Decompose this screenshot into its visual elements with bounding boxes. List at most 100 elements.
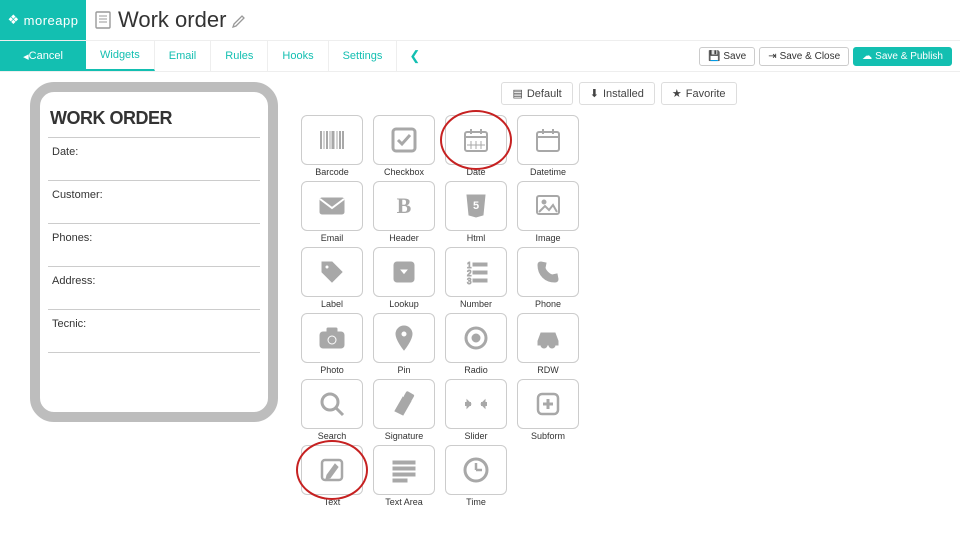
widget-label: Barcode xyxy=(298,165,366,177)
save-publish-button[interactable]: ☁Save & Publish xyxy=(853,47,952,66)
widget-tile-textarea[interactable]: iText Area xyxy=(370,445,438,507)
widget-label: Lookup xyxy=(370,297,438,309)
widget-label: Time xyxy=(442,495,510,507)
widget-tile-text[interactable]: iText xyxy=(298,445,366,507)
svg-text:B: B xyxy=(397,193,412,218)
brand-icon: ❖ xyxy=(8,12,20,28)
widget-label: Html xyxy=(442,231,510,243)
pencil-icon[interactable] xyxy=(232,12,248,28)
number-icon: 123 xyxy=(445,247,507,297)
barcode-icon xyxy=(301,115,363,165)
checkbox-icon xyxy=(373,115,435,165)
widget-label: Pin xyxy=(370,363,438,375)
widget-tile-barcode[interactable]: iBarcode xyxy=(298,115,366,177)
save-icon: ⇥ xyxy=(768,51,776,62)
save-icon: 💾 xyxy=(708,51,720,62)
chevron-left-toggle[interactable]: ❮ xyxy=(397,48,432,64)
widget-tile-html[interactable]: i5Html xyxy=(442,181,510,243)
widget-tile-image[interactable]: iImage xyxy=(514,181,582,243)
brand-text: moreapp xyxy=(24,13,79,28)
form-field[interactable]: Phones: xyxy=(48,223,260,266)
main-tabs: Widgets Email Rules Hooks Settings xyxy=(86,41,397,71)
widget-tile-search[interactable]: iSearch xyxy=(298,379,366,441)
widget-label: Slider xyxy=(442,429,510,441)
dashboard-icon: ▤ xyxy=(512,87,522,100)
widget-label: Number xyxy=(442,297,510,309)
brand-logo[interactable]: ❖ moreapp xyxy=(0,0,86,40)
tab-email[interactable]: Email xyxy=(155,41,212,71)
widget-tile-header[interactable]: iBHeader xyxy=(370,181,438,243)
form-preview: WORK ORDER Date: Customer: Phones: Addre… xyxy=(30,82,278,422)
widget-tile-lookup[interactable]: iLookup xyxy=(370,247,438,309)
widget-label: Photo xyxy=(298,363,366,375)
widget-tile-phone[interactable]: iPhone xyxy=(514,247,582,309)
widget-label: Signature xyxy=(370,429,438,441)
email-icon xyxy=(301,181,363,231)
form-field[interactable]: Date: xyxy=(48,137,260,180)
save-close-button[interactable]: ⇥Save & Close xyxy=(759,47,849,66)
image-icon xyxy=(517,181,579,231)
widget-label: Subform xyxy=(514,429,582,441)
tab-rules[interactable]: Rules xyxy=(211,41,268,71)
phone-icon xyxy=(517,247,579,297)
widget-grid: iBarcodeiCheckboxiDateiDatetimeiEmailiBH… xyxy=(298,115,940,507)
pin-icon xyxy=(373,313,435,363)
widget-label: Checkbox xyxy=(370,165,438,177)
page-title-area: Work order xyxy=(86,0,248,40)
widget-tile-photo[interactable]: iPhoto xyxy=(298,313,366,375)
tab-widgets[interactable]: Widgets xyxy=(86,41,155,71)
widget-label: Phone xyxy=(514,297,582,309)
slider-icon xyxy=(445,379,507,429)
widget-tile-time[interactable]: iTime xyxy=(442,445,510,507)
widget-tile-radio[interactable]: iRadio xyxy=(442,313,510,375)
tab-settings[interactable]: Settings xyxy=(329,41,398,71)
cancel-button[interactable]: ◂ Cancel xyxy=(0,41,86,71)
widget-label: Email xyxy=(298,231,366,243)
rdw-icon xyxy=(517,313,579,363)
date-icon xyxy=(445,115,507,165)
header-icon: B xyxy=(373,181,435,231)
textarea-icon xyxy=(373,445,435,495)
tab-hooks[interactable]: Hooks xyxy=(268,41,328,71)
photo-icon xyxy=(301,313,363,363)
form-field[interactable]: Customer: xyxy=(48,180,260,223)
form-field[interactable]: Tecnic: xyxy=(48,309,260,353)
filter-default[interactable]: ▤Default xyxy=(501,82,572,105)
label-icon xyxy=(301,247,363,297)
widget-tile-label[interactable]: iLabel xyxy=(298,247,366,309)
svg-text:5: 5 xyxy=(473,200,479,212)
form-field[interactable]: Address: xyxy=(48,266,260,309)
star-icon: ★ xyxy=(672,87,682,100)
html-icon: 5 xyxy=(445,181,507,231)
filter-installed[interactable]: ⬇Installed xyxy=(579,82,655,105)
search-icon xyxy=(301,379,363,429)
widget-tile-email[interactable]: iEmail xyxy=(298,181,366,243)
datetime-icon xyxy=(517,115,579,165)
widget-label: Image xyxy=(514,231,582,243)
subform-icon xyxy=(517,379,579,429)
page-title: Work order xyxy=(118,7,226,33)
widget-label: Radio xyxy=(442,363,510,375)
form-title: WORK ORDER xyxy=(48,102,260,137)
widget-tile-slider[interactable]: iSlider xyxy=(442,379,510,441)
signature-icon xyxy=(373,379,435,429)
widget-tile-date[interactable]: iDate xyxy=(442,115,510,177)
lookup-icon xyxy=(373,247,435,297)
filter-favorite[interactable]: ★Favorite xyxy=(661,82,737,105)
text-icon xyxy=(301,445,363,495)
svg-text:3: 3 xyxy=(467,277,472,286)
save-button[interactable]: 💾Save xyxy=(699,47,755,66)
widget-tile-number[interactable]: i123Number xyxy=(442,247,510,309)
widget-tile-pin[interactable]: iPin xyxy=(370,313,438,375)
widget-tile-rdw[interactable]: iRDW xyxy=(514,313,582,375)
widget-label: Header xyxy=(370,231,438,243)
widget-tile-checkbox[interactable]: iCheckbox xyxy=(370,115,438,177)
download-icon: ⬇ xyxy=(590,87,599,100)
document-icon xyxy=(94,10,112,30)
widget-label: Text Area xyxy=(370,495,438,507)
widget-tile-subform[interactable]: iSubform xyxy=(514,379,582,441)
widget-tile-signature[interactable]: iSignature xyxy=(370,379,438,441)
time-icon xyxy=(445,445,507,495)
widget-tile-datetime[interactable]: iDatetime xyxy=(514,115,582,177)
widget-label: RDW xyxy=(514,363,582,375)
